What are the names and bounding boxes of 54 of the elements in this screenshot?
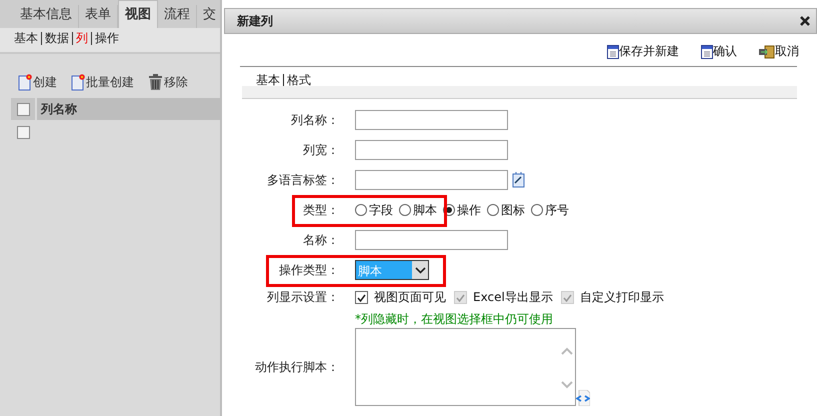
input-field[interactable] bbox=[355, 230, 508, 250]
field-label: 类型： bbox=[302, 202, 340, 218]
radio-option[interactable]: 图标 bbox=[487, 202, 525, 218]
checkbox-label: Excel导出显示 bbox=[473, 289, 553, 306]
action-button[interactable]: 取消 bbox=[759, 43, 799, 60]
radio-option[interactable]: 序号 bbox=[531, 202, 569, 218]
save-icon bbox=[701, 44, 713, 58]
toolbar-button[interactable]: 创建 bbox=[18, 74, 57, 90]
hint-text: *列隐藏时，在视图选择框中仍可使用 bbox=[355, 311, 554, 328]
sub-tab[interactable]: 操作 bbox=[92, 32, 122, 44]
chevron-down-icon bbox=[414, 266, 426, 274]
input-field[interactable] bbox=[355, 140, 508, 160]
scroll-down-icon bbox=[561, 381, 573, 389]
field-label: 列名称： bbox=[290, 112, 340, 128]
check-icon bbox=[456, 294, 465, 302]
check-icon bbox=[357, 294, 366, 302]
new-document-icon bbox=[71, 74, 85, 90]
check-icon bbox=[562, 294, 572, 302]
field-label: 列显示设置： bbox=[266, 289, 340, 306]
field-label: 列宽： bbox=[302, 142, 340, 158]
dialog-title: 新建列 bbox=[237, 12, 273, 30]
action-button[interactable]: 保存并新建 bbox=[607, 43, 679, 60]
input-field[interactable] bbox=[355, 110, 508, 130]
checkbox-label: 视图页面可见 bbox=[374, 289, 446, 306]
input-field[interactable] bbox=[355, 170, 508, 190]
save-icon bbox=[607, 44, 619, 58]
radio-option[interactable]: 字段 bbox=[355, 202, 393, 218]
action-button[interactable]: 确认 bbox=[701, 43, 737, 60]
sub-tab[interactable]: 列 bbox=[73, 32, 92, 44]
door-exit-icon bbox=[759, 44, 775, 58]
radio-option[interactable]: 脚本 bbox=[399, 202, 437, 218]
radio-option[interactable]: 操作 bbox=[443, 202, 481, 218]
checkbox[interactable] bbox=[355, 291, 368, 304]
field-label: 动作执行脚本： bbox=[254, 358, 340, 376]
new-document-icon bbox=[18, 74, 32, 90]
sub-tab[interactable]: 基本 bbox=[14, 32, 42, 44]
checkbox[interactable] bbox=[16, 102, 30, 116]
field-label: 多语言标签： bbox=[266, 172, 340, 188]
sub-tab[interactable]: 数据 bbox=[42, 32, 73, 44]
field-label: 操作类型： bbox=[278, 262, 340, 278]
trash-icon bbox=[148, 74, 163, 90]
checkbox-label: 自定义打印显示 bbox=[580, 289, 664, 306]
checkbox[interactable] bbox=[17, 126, 30, 139]
text-area[interactable] bbox=[355, 328, 576, 406]
close-icon[interactable] bbox=[800, 16, 810, 26]
section-tab[interactable]: 格式 bbox=[284, 74, 314, 86]
column-header: 列名称 bbox=[37, 98, 220, 120]
notepad-icon bbox=[512, 172, 526, 188]
field-label: 名称： bbox=[302, 232, 340, 248]
scroll-up-icon bbox=[561, 347, 573, 355]
code-file-icon bbox=[576, 390, 590, 406]
toolbar-button[interactable]: 批量创建 bbox=[71, 74, 134, 90]
tab[interactable]: 视图 bbox=[118, 0, 158, 28]
toolbar-button[interactable]: 移除 bbox=[148, 74, 188, 90]
